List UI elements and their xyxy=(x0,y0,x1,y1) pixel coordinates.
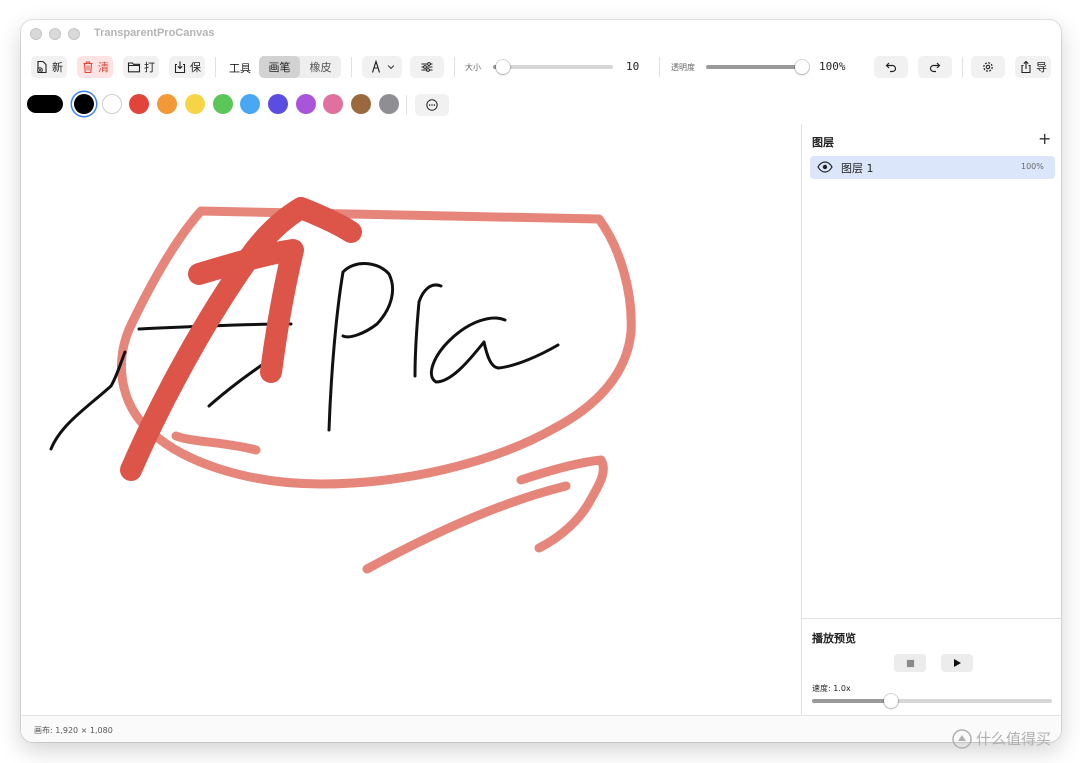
brush-settings-button[interactable] xyxy=(410,56,444,78)
new-button-label: 新 xyxy=(52,61,63,74)
undo-icon xyxy=(885,62,897,73)
playback-title: 播放预览 xyxy=(812,632,856,645)
save-button[interactable]: 保 xyxy=(169,56,205,78)
right-sidebar: 图层 + 图层 1 100% 播放预览 速度: 1.0x xyxy=(801,124,1061,715)
share-icon xyxy=(1021,60,1031,74)
layers-title: 图层 xyxy=(812,136,834,149)
black-letter-r-stroke xyxy=(413,283,443,378)
sliders-icon xyxy=(421,62,433,72)
layer-row[interactable]: 图层 1 100% xyxy=(810,156,1055,179)
toolbar-divider xyxy=(659,57,660,77)
new-file-icon xyxy=(37,60,47,74)
tool-segmented-control: 画笔 橡皮 xyxy=(259,56,341,78)
close-window-button[interactable] xyxy=(30,28,42,40)
opacity-value: 100% xyxy=(819,60,846,73)
color-swatch[interactable] xyxy=(378,94,399,114)
minimize-window-button[interactable] xyxy=(49,28,61,40)
open-button[interactable]: 打 xyxy=(123,56,159,78)
redo-icon xyxy=(929,62,941,73)
black-letter-a-stroke xyxy=(430,316,560,384)
canvas-size-label: 画布: 1,920 × 1,080 xyxy=(34,726,113,735)
pen-nib-icon xyxy=(371,60,380,73)
export-button[interactable]: 导 xyxy=(1015,56,1051,78)
color-swatch[interactable] xyxy=(129,94,150,114)
speed-label: 速度: 1.0x xyxy=(812,684,851,693)
tool-label: 工具 xyxy=(229,62,251,75)
folder-icon xyxy=(127,62,141,73)
toolbar-divider xyxy=(454,57,455,77)
color-swatch[interactable] xyxy=(184,94,205,114)
salmon-arrow-stroke xyxy=(362,481,571,574)
tab-eraser[interactable]: 橡皮 xyxy=(300,56,341,78)
save-button-label: 保 xyxy=(190,61,201,74)
color-swatch[interactable] xyxy=(240,94,261,114)
chevron-down-icon xyxy=(387,65,394,70)
toolbar-divider xyxy=(215,57,216,77)
zoom-window-button[interactable] xyxy=(68,28,80,40)
add-layer-button[interactable]: + xyxy=(1038,129,1051,148)
main-toolbar: 新 清 打 保 工具 画笔 橡皮 大小 10 透明度 100% 导 xyxy=(21,48,1061,86)
settings-button[interactable] xyxy=(971,56,1005,78)
black-line-left xyxy=(49,350,127,451)
size-value: 10 xyxy=(626,60,640,73)
status-bar: 画布: 1,920 × 1,080 xyxy=(21,715,1061,742)
size-label: 大小 xyxy=(465,63,481,72)
color-swatch[interactable] xyxy=(212,94,233,114)
speed-slider-track[interactable] xyxy=(812,699,1052,703)
layer-name: 图层 1 xyxy=(841,162,874,175)
export-button-label: 导 xyxy=(1036,61,1047,74)
canvas-drawing xyxy=(49,197,636,574)
toolbar-divider xyxy=(962,57,963,77)
clear-button-label: 清 xyxy=(98,61,109,74)
title-bar: TransparentProCanvas xyxy=(21,20,1061,48)
window-title: TransparentProCanvas xyxy=(94,27,215,39)
color-swatch[interactable] xyxy=(157,94,178,114)
more-colors-button[interactable] xyxy=(415,94,449,116)
color-swatch[interactable] xyxy=(323,94,344,114)
gear-icon xyxy=(983,62,993,72)
toolbar-divider xyxy=(351,57,352,77)
black-letter-p-stroke xyxy=(327,262,394,432)
more-ellipsis-icon xyxy=(426,99,438,111)
opacity-slider-knob[interactable] xyxy=(795,60,809,74)
watermark-text: 什么值得买 xyxy=(976,730,1052,748)
speed-slider-knob[interactable] xyxy=(884,694,899,708)
watermark: 什么值得买 xyxy=(952,728,1051,749)
play-button[interactable] xyxy=(941,654,973,672)
color-swatch[interactable] xyxy=(295,94,316,114)
open-button-label: 打 xyxy=(144,61,155,74)
opacity-label: 透明度 xyxy=(671,63,695,72)
eye-icon[interactable] xyxy=(817,161,833,173)
size-slider-knob[interactable] xyxy=(495,60,510,74)
color-swatch[interactable] xyxy=(267,94,288,114)
layer-opacity: 100% xyxy=(1021,162,1044,171)
clear-button[interactable]: 清 xyxy=(77,56,113,78)
color-swatch[interactable] xyxy=(74,94,94,114)
salmon-curl-stroke xyxy=(171,431,261,455)
save-download-icon xyxy=(174,61,186,74)
drawing-canvas[interactable] xyxy=(21,124,801,715)
stop-button[interactable] xyxy=(894,654,926,672)
app-window: TransparentProCanvas 新 清 打 保 工具 画笔 橡皮 大小… xyxy=(21,20,1061,742)
color-swatch[interactable] xyxy=(351,94,371,114)
opacity-slider-track[interactable] xyxy=(706,65,802,69)
sidebar-divider xyxy=(802,618,1061,619)
palette-divider xyxy=(406,95,407,115)
color-palette-bar xyxy=(21,86,1061,125)
size-slider-track[interactable] xyxy=(493,65,613,69)
watermark-logo-icon xyxy=(952,728,972,749)
play-icon xyxy=(954,659,961,667)
current-color-preview[interactable] xyxy=(27,95,63,113)
red-arrow-stroke-left xyxy=(120,197,362,481)
stop-icon xyxy=(906,659,914,667)
trash-icon xyxy=(83,61,93,74)
brush-style-menu[interactable] xyxy=(362,56,402,78)
undo-button[interactable] xyxy=(874,56,908,78)
new-button[interactable]: 新 xyxy=(31,56,67,78)
tab-pen[interactable]: 画笔 xyxy=(259,56,300,78)
color-swatch[interactable] xyxy=(101,94,122,114)
salmon-arrowhead-stroke xyxy=(516,455,608,553)
redo-button[interactable] xyxy=(918,56,952,78)
